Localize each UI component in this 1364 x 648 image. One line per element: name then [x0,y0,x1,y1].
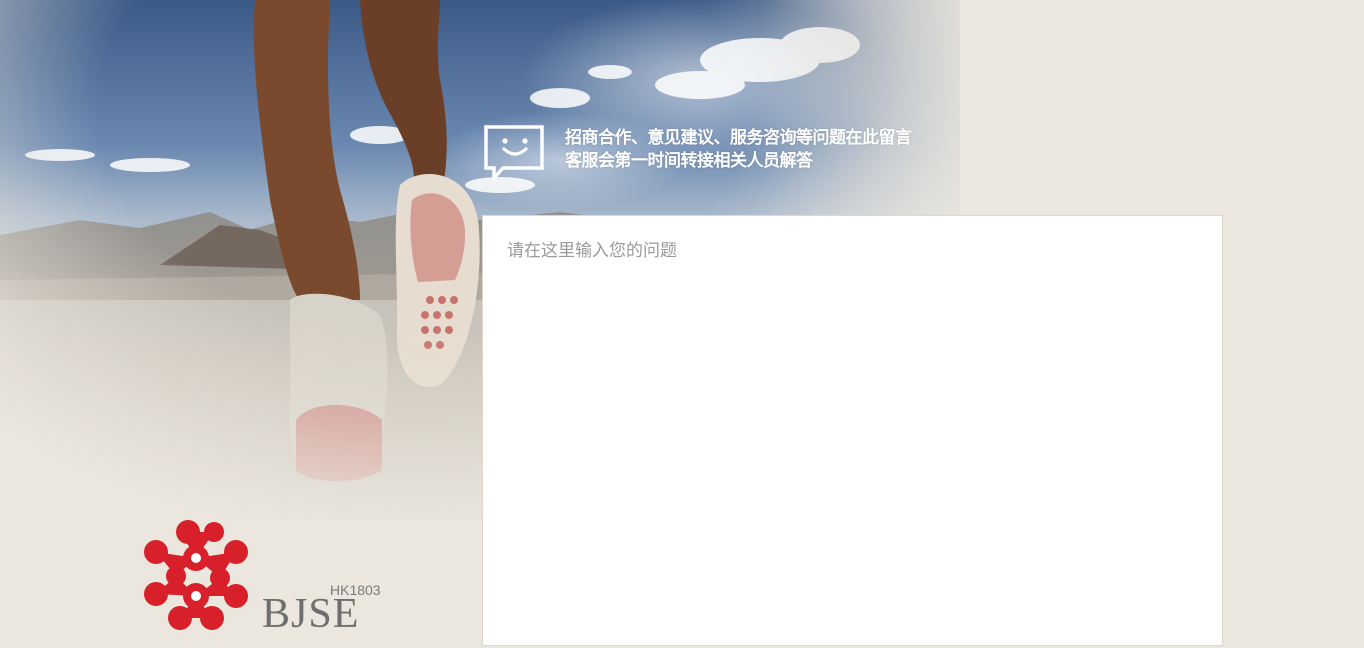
red-dots-logo-icon [144,520,248,630]
message-page: 招商合作、意见建议、服务咨询等问题在此留言 客服会第一时间转接相关人员解答 请在… [0,0,1364,648]
message-header: 招商合作、意见建议、服务咨询等问题在此留言 客服会第一时间转接相关人员解答 [565,127,912,173]
smile-speech-bubble-icon [484,125,544,182]
header-line-2: 客服会第一时间转接相关人员解答 [565,151,813,171]
question-box [482,215,1223,646]
brand-name: BJSE [262,591,360,637]
question-input[interactable] [483,216,1222,645]
header-line-1: 招商合作、意见建议、服务咨询等问题在此留言 [565,128,912,148]
